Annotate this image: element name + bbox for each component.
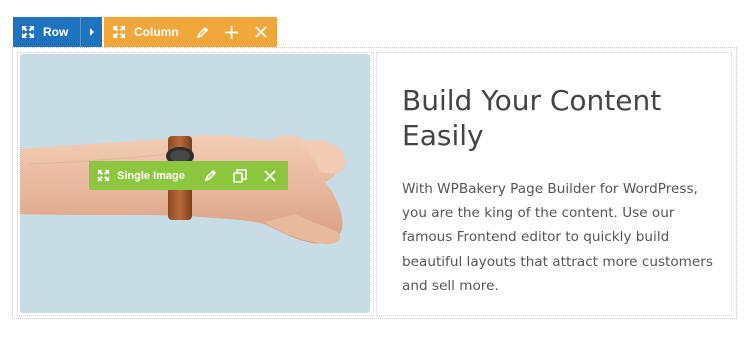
single-image-toolbar[interactable]: Single Image <box>89 161 288 190</box>
caret-right-icon[interactable] <box>80 17 102 47</box>
pencil-icon[interactable] <box>188 17 217 47</box>
close-icon[interactable] <box>246 17 275 47</box>
move-arrows-icon[interactable] <box>89 161 117 190</box>
pencil-icon[interactable] <box>195 161 225 190</box>
column-label: Column <box>134 25 179 39</box>
page-heading: Build Your Content Easily <box>402 84 662 152</box>
move-arrows-icon[interactable] <box>104 17 134 47</box>
duplicate-icon[interactable] <box>225 161 255 190</box>
body-paragraph: With WPBakery Page Builder for WordPress… <box>402 181 713 294</box>
close-icon[interactable] <box>255 161 285 190</box>
row-toolbar[interactable]: Row <box>13 17 102 47</box>
single-image-label: Single Image <box>117 169 185 182</box>
row-label: Row <box>43 25 69 39</box>
column-toolbar[interactable]: Column <box>104 17 277 47</box>
move-arrows-icon[interactable] <box>13 17 43 47</box>
plus-icon[interactable] <box>217 17 246 47</box>
